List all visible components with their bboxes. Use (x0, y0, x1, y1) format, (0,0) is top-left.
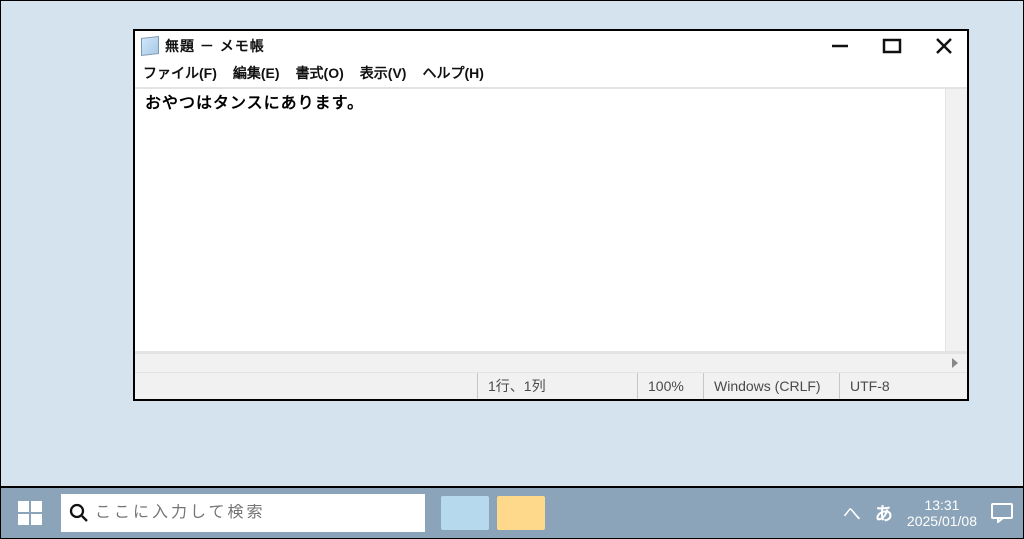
notepad-window: 無題 － メモ帳 ファイル(F) 編集(E) 書式(O) 表示(V) ヘルプ(H… (133, 29, 969, 401)
menu-edit[interactable]: 編集(E) (233, 63, 280, 83)
ime-indicator[interactable]: あ (875, 500, 893, 526)
menu-bar: ファイル(F) 編集(E) 書式(O) 表示(V) ヘルプ(H) (135, 61, 967, 87)
taskbar-search[interactable] (61, 494, 425, 532)
clock-time: 13:31 (907, 497, 977, 513)
minimize-icon (829, 35, 851, 57)
text-editor[interactable]: おやつはタンスにあります。 (135, 89, 945, 351)
status-zoom: 100% (637, 373, 703, 399)
document-icon (141, 36, 159, 56)
maximize-button[interactable] (877, 31, 907, 61)
horizontal-scrollbar[interactable] (135, 353, 967, 373)
search-input[interactable] (95, 504, 417, 522)
window-title: 無題 － メモ帳 (165, 36, 265, 56)
start-button[interactable] (1, 488, 59, 538)
search-icon (69, 503, 89, 523)
clock-date: 2025/01/08 (907, 513, 977, 529)
status-position: 1行、1列 (477, 373, 637, 399)
maximize-icon (881, 35, 903, 57)
status-bar: 1行、1列 100% Windows (CRLF) UTF-8 (135, 373, 967, 399)
taskbar-app-2[interactable] (497, 496, 545, 530)
taskbar: へ あ 13:31 2025/01/08 (1, 486, 1023, 538)
windows-start-icon (17, 500, 43, 526)
close-icon (933, 35, 955, 57)
task-pins (441, 496, 545, 530)
menu-view[interactable]: 表示(V) (360, 63, 407, 83)
status-encoding: UTF-8 (839, 373, 967, 399)
editor-area: おやつはタンスにあります。 (135, 87, 967, 353)
titlebar[interactable]: 無題 － メモ帳 (135, 31, 967, 61)
close-button[interactable] (929, 31, 959, 61)
taskbar-app-1[interactable] (441, 496, 489, 530)
menu-format[interactable]: 書式(O) (296, 63, 344, 83)
menu-help[interactable]: ヘルプ(H) (422, 63, 483, 83)
notification-icon[interactable] (991, 503, 1013, 523)
window-controls (825, 31, 967, 61)
scroll-right-icon (949, 357, 961, 369)
menu-file[interactable]: ファイル(F) (143, 63, 217, 83)
vertical-scrollbar[interactable] (945, 89, 967, 351)
tray-overflow-icon[interactable]: へ (843, 500, 861, 526)
status-lineending: Windows (CRLF) (703, 373, 839, 399)
clock[interactable]: 13:31 2025/01/08 (907, 497, 977, 529)
system-tray: へ あ 13:31 2025/01/08 (843, 488, 1023, 538)
minimize-button[interactable] (825, 31, 855, 61)
